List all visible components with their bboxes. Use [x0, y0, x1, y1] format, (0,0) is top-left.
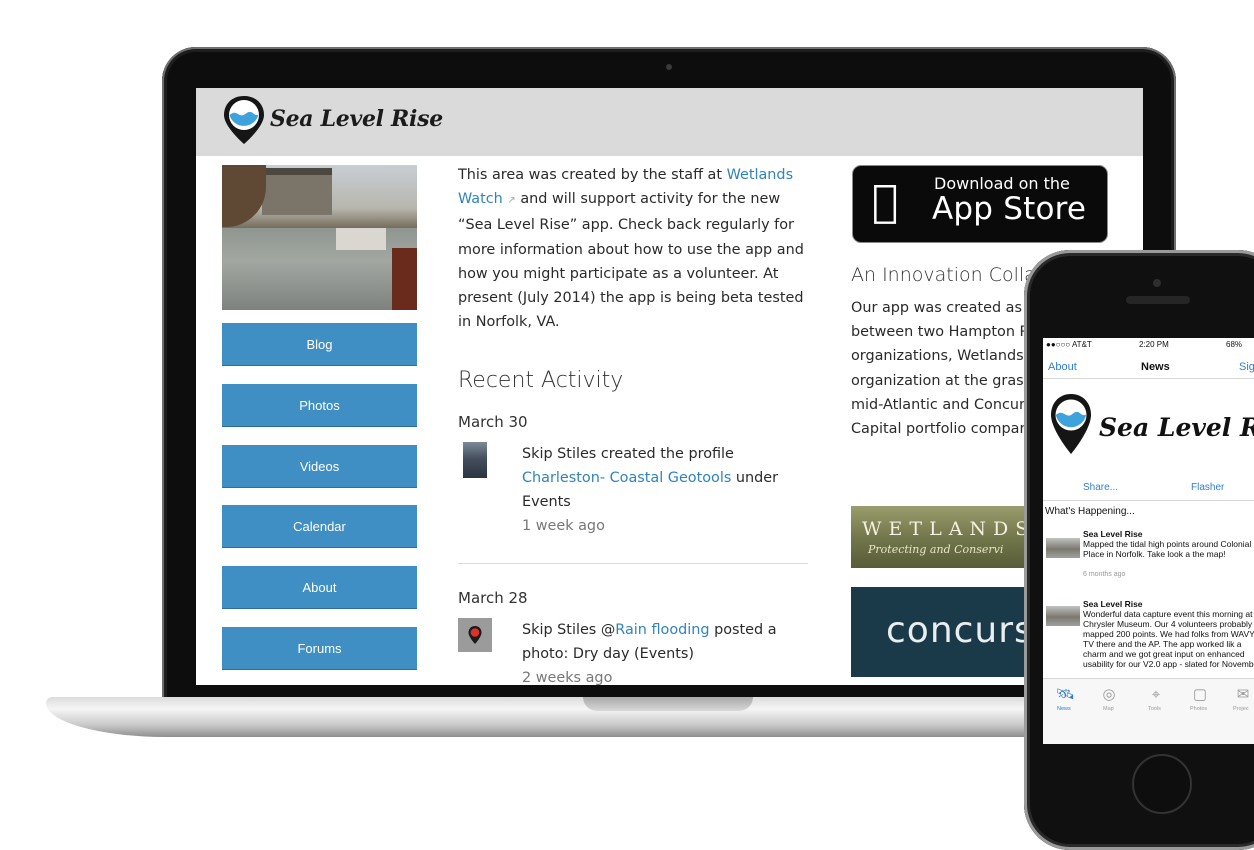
apple-logo-icon:  [872, 176, 898, 227]
news-tab-icon[interactable]: 🛰 [1050, 683, 1080, 705]
flasher-button[interactable]: Flasher [1191, 482, 1224, 493]
tab-label-map[interactable]: Map [1103, 706, 1114, 712]
post-text: Wonderful data capture event this mornin… [1083, 609, 1254, 669]
external-link-icon: ↗ [507, 195, 516, 207]
nav-button-photos[interactable]: Photos [222, 384, 417, 427]
recent-activity-heading: Recent Activity [458, 368, 624, 393]
activity-date: March 28 [458, 589, 528, 607]
activity-text: Skip Stiles created the profile Charlest… [522, 442, 802, 515]
laptop-screen: Sea Level Rise Blog Photos Videos Calend… [196, 88, 1143, 685]
activity-time: 2 weeks ago [522, 670, 613, 685]
nav-button-calendar[interactable]: Calendar [222, 505, 417, 548]
activity-text-start: Skip Stiles created the profile [522, 446, 734, 462]
tab-label-tools[interactable]: Tools [1148, 706, 1161, 712]
post-text: Mapped the tidal high points around Colo… [1083, 539, 1252, 559]
map-pin-tab-icon[interactable]: ⌖ [1141, 683, 1171, 705]
post-time: 6 months ago [1083, 571, 1126, 578]
map-pin-logo-icon [1051, 394, 1091, 454]
tab-label-news[interactable]: News [1057, 706, 1071, 712]
activity-date: March 30 [458, 413, 528, 431]
nav-button-blog[interactable]: Blog [222, 323, 417, 366]
status-time: 2:20 PM [1139, 340, 1169, 349]
activity-link[interactable]: Charleston- Coastal Geotools [522, 470, 731, 486]
map-pin-logo-icon [224, 96, 264, 144]
phone-logo-text: Sea Level Rise [1099, 413, 1254, 442]
tab-label-photos[interactable]: Photos [1190, 706, 1207, 712]
phone-nav-divider [1043, 378, 1254, 379]
post-title[interactable]: Sea Level Rise [1083, 599, 1143, 609]
laptop-notch [583, 697, 753, 711]
nav-button-forums[interactable]: Forums [222, 627, 417, 670]
projects-tab-icon[interactable]: ✉ [1228, 683, 1254, 705]
post-title[interactable]: Sea Level Rise [1083, 529, 1143, 539]
phone-nav-about[interactable]: About [1048, 361, 1077, 373]
flood-photo-water [222, 228, 417, 310]
globe-tab-icon[interactable]: ◎ [1094, 683, 1124, 705]
phone-divider [1043, 500, 1254, 501]
activity-text-start: Skip Stiles @ [522, 622, 616, 638]
phone-nav-sign[interactable]: Sign [1239, 361, 1254, 373]
activity-text: Skip Stiles @Rain flooding posted a phot… [522, 618, 802, 666]
post-thumbnail [1046, 538, 1080, 558]
nav-button-about[interactable]: About [222, 566, 417, 609]
status-carrier: ●●○○○ AT&T [1046, 340, 1092, 349]
map-pin-icon [468, 626, 482, 644]
post-thumbnail [1046, 606, 1080, 626]
share-button[interactable]: Share... [1083, 482, 1118, 493]
activity-time: 1 week ago [522, 518, 605, 534]
flood-photo-building [336, 228, 386, 250]
phone-speaker [1126, 296, 1190, 304]
photos-tab-icon[interactable]: ▢ [1185, 683, 1215, 705]
flood-photo-house [262, 175, 332, 215]
phone-nav-title: News [1141, 361, 1170, 373]
home-button[interactable] [1132, 754, 1192, 814]
flood-photo-brick-wall [392, 248, 417, 310]
status-battery: 68% [1226, 340, 1243, 349]
concursive-banner-text: concurs [886, 610, 1034, 651]
tab-label-projects[interactable]: Projec [1233, 706, 1249, 712]
wetlands-banner-title: WETLANDS [862, 518, 1036, 540]
innovation-heading: An Innovation Colla [851, 264, 1036, 286]
nav-button-videos[interactable]: Videos [222, 445, 417, 488]
app-store-big-text: App Store [932, 191, 1087, 227]
laptop-camera [666, 64, 672, 70]
phone-screen: ●●○○○ AT&T 2:20 PM 68% About News Sign S… [1043, 338, 1254, 744]
intro-paragraph: This area was created by the staff at We… [458, 163, 810, 334]
phone-camera [1153, 279, 1161, 287]
activity-divider [458, 563, 808, 564]
user-avatar[interactable] [463, 442, 487, 478]
activity-thumbnail[interactable] [458, 618, 492, 652]
whats-happening-label: What's Happening... [1045, 506, 1135, 517]
wetlands-banner-subtitle: Protecting and Conservi [868, 543, 1004, 556]
intro-text-end: and will support activity for the new “S… [458, 191, 804, 331]
intro-text-start: This area was created by the staff at [458, 167, 727, 183]
activity-link[interactable]: Rain flooding [615, 622, 709, 638]
site-logo-text[interactable]: Sea Level Rise [270, 106, 443, 132]
